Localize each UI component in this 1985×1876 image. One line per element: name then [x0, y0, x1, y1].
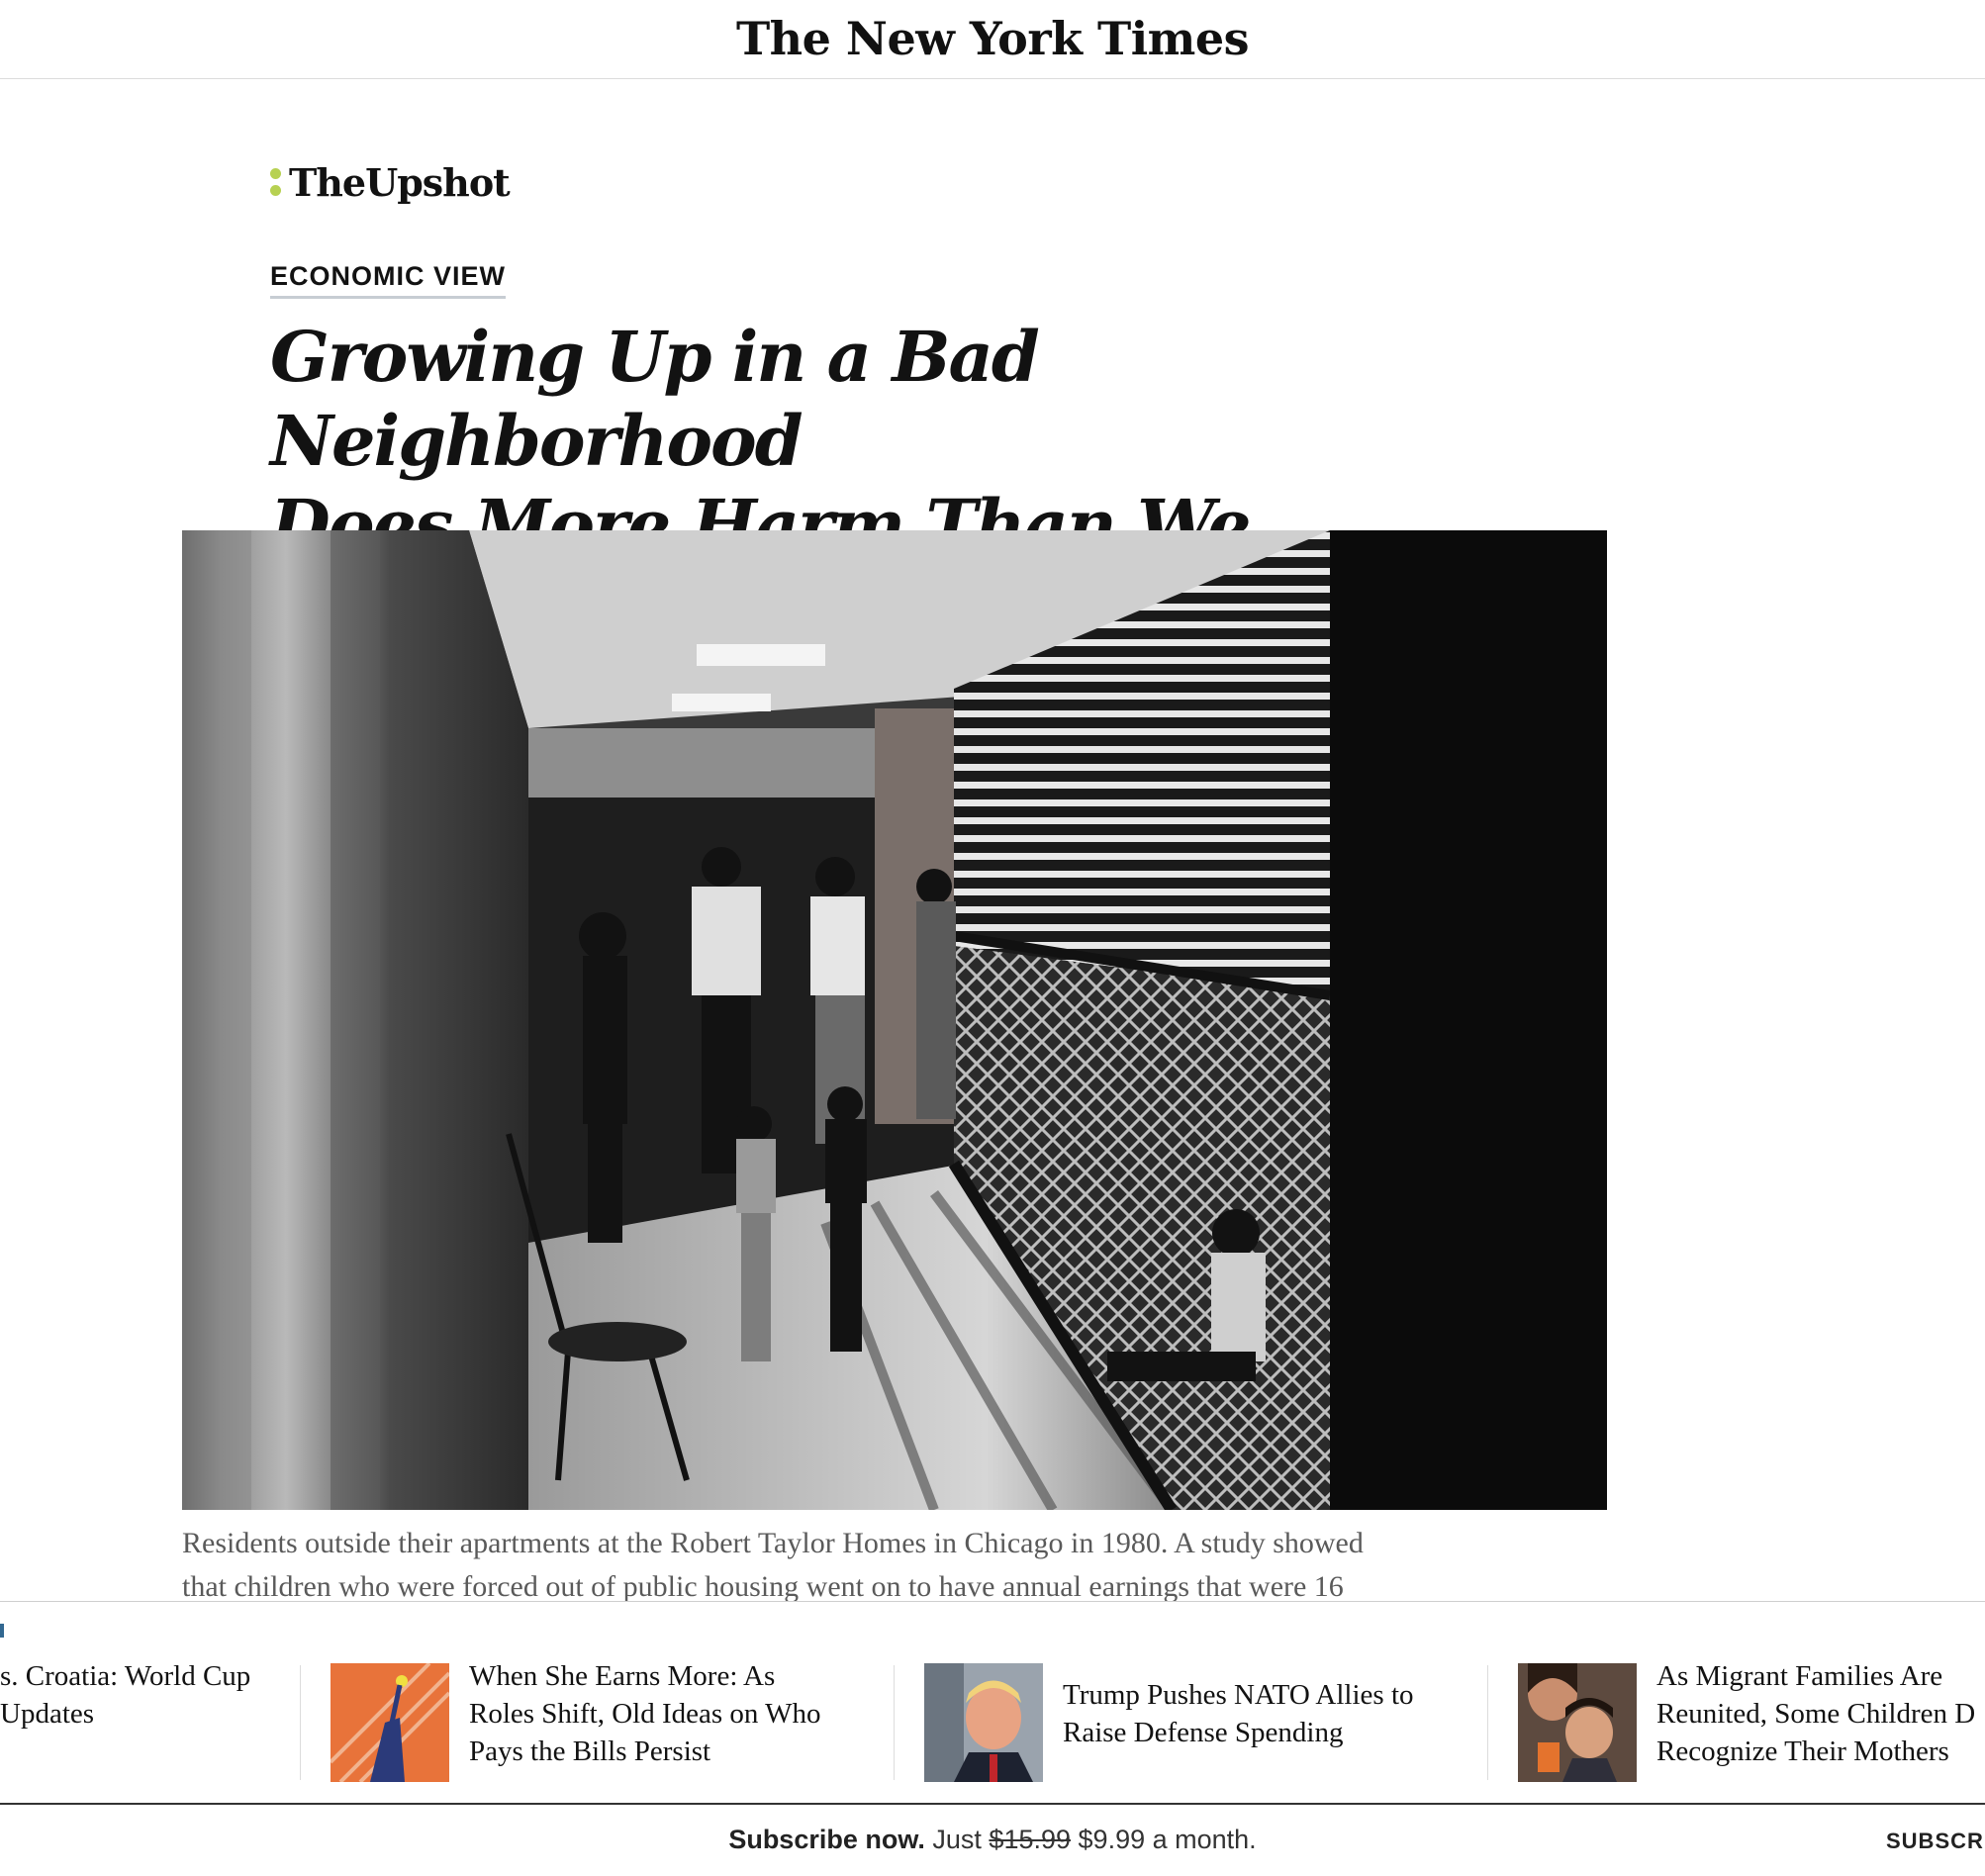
upshot-dots-icon — [270, 168, 281, 196]
related-thumbnail — [924, 1663, 1043, 1782]
section-kicker[interactable]: ECONOMIC VIEW — [270, 261, 507, 299]
related-thumbnail — [1518, 1663, 1637, 1782]
caption-line-1: Residents outside their apartments at th… — [182, 1527, 1364, 1559]
related-article-3[interactable]: Trump Pushes NATO Allies to Raise Defense… — [924, 1663, 1478, 1784]
subscribe-offer[interactable]: Subscribe now. Just $15.99 $9.99 a month… — [0, 1825, 1985, 1855]
related-title: s. Croatia: World Cup Updates — [0, 1660, 251, 1730]
subscribe-bar: Subscribe now. Just $15.99 $9.99 a month… — [0, 1805, 1985, 1876]
headline-line-1: Growing Up in a Bad Neighborhood — [270, 316, 1040, 482]
divider — [1487, 1665, 1488, 1780]
strip-indicator — [0, 1624, 4, 1638]
related-article-1[interactable]: s. Croatia: World Cup Updates — [0, 1660, 277, 1784]
new-price: $9.99 a month. — [1078, 1825, 1257, 1854]
related-title: Trump Pushes NATO Allies to Raise Defense… — [1063, 1679, 1414, 1748]
lead-photo-image — [182, 530, 1607, 1510]
related-thumbnail — [331, 1663, 449, 1782]
divider — [894, 1665, 895, 1780]
nyt-logo[interactable]: The New York Times — [0, 12, 1985, 65]
related-title: When She Earns More: As Roles Shift, Old … — [469, 1660, 821, 1767]
subscribe-lead: Subscribe now. — [728, 1825, 925, 1854]
upshot-brand[interactable]: TheUpshot — [270, 158, 511, 206]
photo-caption: Residents outside their apartments at th… — [182, 1522, 1587, 1609]
related-article-2[interactable]: When She Earns More: As Roles Shift, Old … — [331, 1660, 885, 1784]
related-articles-strip: s. Croatia: World Cup Updates When She Ea… — [0, 1601, 1985, 1805]
divider — [300, 1665, 301, 1780]
lead-photo — [182, 530, 1607, 1510]
old-price: $15.99 — [989, 1825, 1072, 1854]
subscribe-just: Just — [932, 1825, 982, 1854]
related-title: As Migrant Families Are Reunited, Some Ch… — [1656, 1660, 1976, 1767]
related-article-4[interactable]: As Migrant Families Are Reunited, Some Ch… — [1518, 1660, 1985, 1784]
subscribe-button[interactable]: SUBSCRI — [1886, 1829, 1985, 1854]
masthead: The New York Times — [0, 0, 1985, 79]
caption-line-2: that children who were forced out of pub… — [182, 1570, 1344, 1603]
upshot-label: TheUpshot — [289, 159, 511, 205]
